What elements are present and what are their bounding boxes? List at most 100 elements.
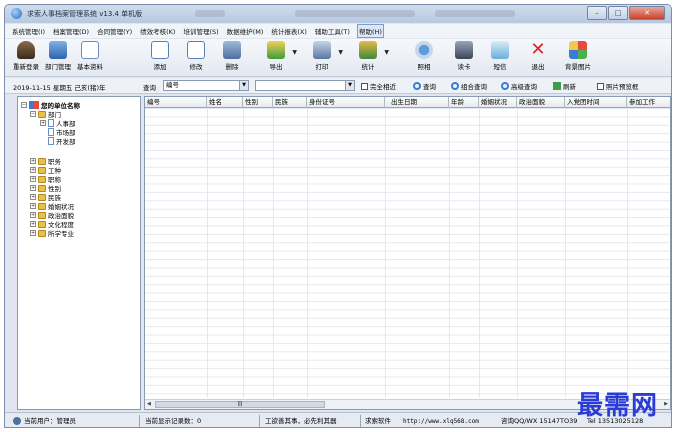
document-icon	[48, 119, 54, 127]
basic-data-button[interactable]: 基本资料	[73, 41, 107, 71]
menu-maintenance[interactable]: 数据维护(M)	[226, 25, 265, 37]
export-button[interactable]: 导出 ▼	[259, 41, 297, 71]
expand-icon[interactable]: +	[30, 158, 36, 164]
windows-logo-icon	[569, 41, 587, 59]
close-icon: ✕	[530, 39, 546, 60]
expand-icon[interactable]: +	[30, 185, 36, 191]
menu-tools[interactable]: 辅助工具(T)	[314, 25, 351, 37]
window-title: 求索人事档案管理系统 v13.4 单机版	[27, 10, 143, 18]
expand-icon[interactable]: +	[30, 203, 36, 209]
tree-item-dev[interactable]: 开发部	[48, 136, 76, 146]
folder-icon	[38, 220, 46, 228]
website-link[interactable]: http://www.xlq568.com	[403, 416, 479, 427]
chevron-down-icon[interactable]: ▼	[345, 81, 354, 90]
menu-contract[interactable]: 合同管理(Y)	[96, 25, 133, 37]
title-bar: 求索人事档案管理系统 v13.4 单机版 – □ ✕	[5, 5, 671, 23]
dropdown-arrow-icon[interactable]: ▼	[384, 49, 389, 56]
query-button[interactable]: 查询	[413, 81, 436, 91]
menu-archive[interactable]: 档案管理(D)	[52, 25, 90, 37]
expand-icon[interactable]: +	[30, 176, 36, 182]
add-label: 添加	[153, 63, 167, 71]
photo-button[interactable]: 照相	[407, 41, 441, 71]
sms-button[interactable]: 短信	[483, 41, 517, 71]
column-header[interactable]: 性别	[243, 97, 273, 108]
column-header[interactable]: 编号	[145, 97, 207, 108]
filter-bar: 2019-11-15 星期五 己亥(猪)年 查询 编号 ▼ ▼ 完全相近 查询 …	[5, 78, 671, 94]
status-bar: 当前用户：管理员 当前显示记录数：0 工欲善其事，必先利其器 求索软件 http…	[5, 412, 671, 427]
checkbox-box[interactable]	[597, 82, 604, 90]
field-select[interactable]: 编号 ▼	[163, 80, 249, 91]
read-card-button[interactable]: 读卡	[447, 41, 481, 71]
menu-reports[interactable]: 统计报表(X)	[270, 25, 308, 37]
add-button[interactable]: 添加	[143, 41, 177, 71]
checkbox-box[interactable]	[361, 82, 368, 90]
tree-node-major[interactable]: + 所学专业	[30, 228, 74, 238]
print-button[interactable]: 打印 ▼	[305, 41, 343, 71]
dropdown-arrow-icon[interactable]: ▼	[292, 49, 297, 56]
adv-query-label: 高级查询	[511, 83, 537, 91]
organization-icon	[29, 101, 39, 109]
delete-label: 删除	[225, 63, 239, 71]
readcard-label: 读卡	[457, 63, 471, 71]
dept-label: 部门管理	[45, 63, 71, 71]
folder-icon	[38, 166, 46, 174]
scroll-left-icon[interactable]: ◀	[147, 401, 151, 407]
column-header[interactable]: 入党团时间	[565, 97, 627, 108]
column-header[interactable]: 身份证号	[307, 97, 385, 108]
delete-button[interactable]: 删除	[215, 41, 249, 71]
expand-icon[interactable]: +	[30, 221, 36, 227]
refresh-label: 刷新	[563, 83, 576, 91]
tree-node-label: 开发部	[56, 138, 76, 146]
advanced-query-button[interactable]: 高级查询	[501, 81, 537, 91]
expand-icon[interactable]: +	[30, 212, 36, 218]
column-header[interactable]: 政治面貌	[517, 97, 565, 108]
minimize-button[interactable]: –	[587, 6, 607, 20]
stats-button[interactable]: 统计 ▼	[351, 41, 389, 71]
menu-performance[interactable]: 绩效考核(K)	[139, 25, 176, 37]
scroll-thumb[interactable]: |||	[155, 401, 325, 408]
expand-icon[interactable]: +	[30, 167, 36, 173]
records-grid[interactable]: 编号 姓名 性别 民族 身份证号 出生日期 年龄 婚姻状况 政治面貌 入党团时间…	[144, 96, 671, 410]
grid-body[interactable]	[145, 108, 670, 398]
background-image-button[interactable]: 背景图片	[561, 41, 595, 71]
column-header[interactable]: 年龄	[449, 97, 479, 108]
photo-label: 照相	[417, 63, 431, 71]
dept-manage-button[interactable]: 部门管理	[41, 41, 75, 71]
column-header[interactable]: 民族	[273, 97, 307, 108]
expand-icon[interactable]: +	[30, 194, 36, 200]
collapse-icon[interactable]: −	[30, 111, 36, 117]
export-icon	[267, 41, 285, 59]
maximize-button[interactable]: □	[608, 6, 628, 20]
app-icon	[11, 8, 22, 19]
delete-icon	[223, 41, 241, 59]
close-button[interactable]: ✕	[629, 6, 665, 20]
menu-training[interactable]: 培训管理(S)	[182, 25, 219, 37]
refresh-button[interactable]: 刷新	[553, 81, 576, 91]
column-header[interactable]: 姓名	[207, 97, 243, 108]
expand-icon[interactable]: +	[40, 120, 46, 126]
photo-preview-checkbox[interactable]: 照片预览框	[597, 81, 639, 91]
chevron-down-icon[interactable]: ▼	[239, 81, 248, 90]
department-icon	[49, 41, 67, 59]
grid-header: 编号 姓名 性别 民族 身份证号 出生日期 年龄 婚姻状况 政治面貌 入党团时间…	[145, 97, 670, 108]
fuzzy-checkbox[interactable]: 完全相近	[361, 81, 396, 91]
combo-query-button[interactable]: 组合查询	[451, 81, 487, 91]
menu-system[interactable]: 系统管理(I)	[11, 25, 46, 37]
folder-icon	[38, 110, 46, 118]
column-header[interactable]: 参加工作	[627, 97, 670, 108]
combo-query-label: 组合查询	[461, 83, 487, 91]
menu-help[interactable]: 帮助(H)	[356, 24, 384, 38]
status-divider	[139, 415, 140, 427]
exit-button[interactable]: ✕ 退出	[521, 39, 555, 72]
scroll-right-icon[interactable]: ▶	[664, 401, 668, 407]
column-header[interactable]: 出生日期	[385, 97, 449, 108]
relogin-button[interactable]: 重新登录	[9, 41, 43, 71]
dropdown-arrow-icon[interactable]: ▼	[338, 49, 343, 56]
watermark-logo: 最需网	[577, 391, 659, 421]
edit-button[interactable]: 修改	[179, 41, 213, 71]
column-divider	[243, 108, 244, 398]
value-select[interactable]: ▼	[255, 80, 355, 91]
column-header[interactable]: 婚姻状况	[479, 97, 517, 108]
expand-icon[interactable]: +	[30, 230, 36, 236]
collapse-icon[interactable]: −	[21, 102, 27, 108]
